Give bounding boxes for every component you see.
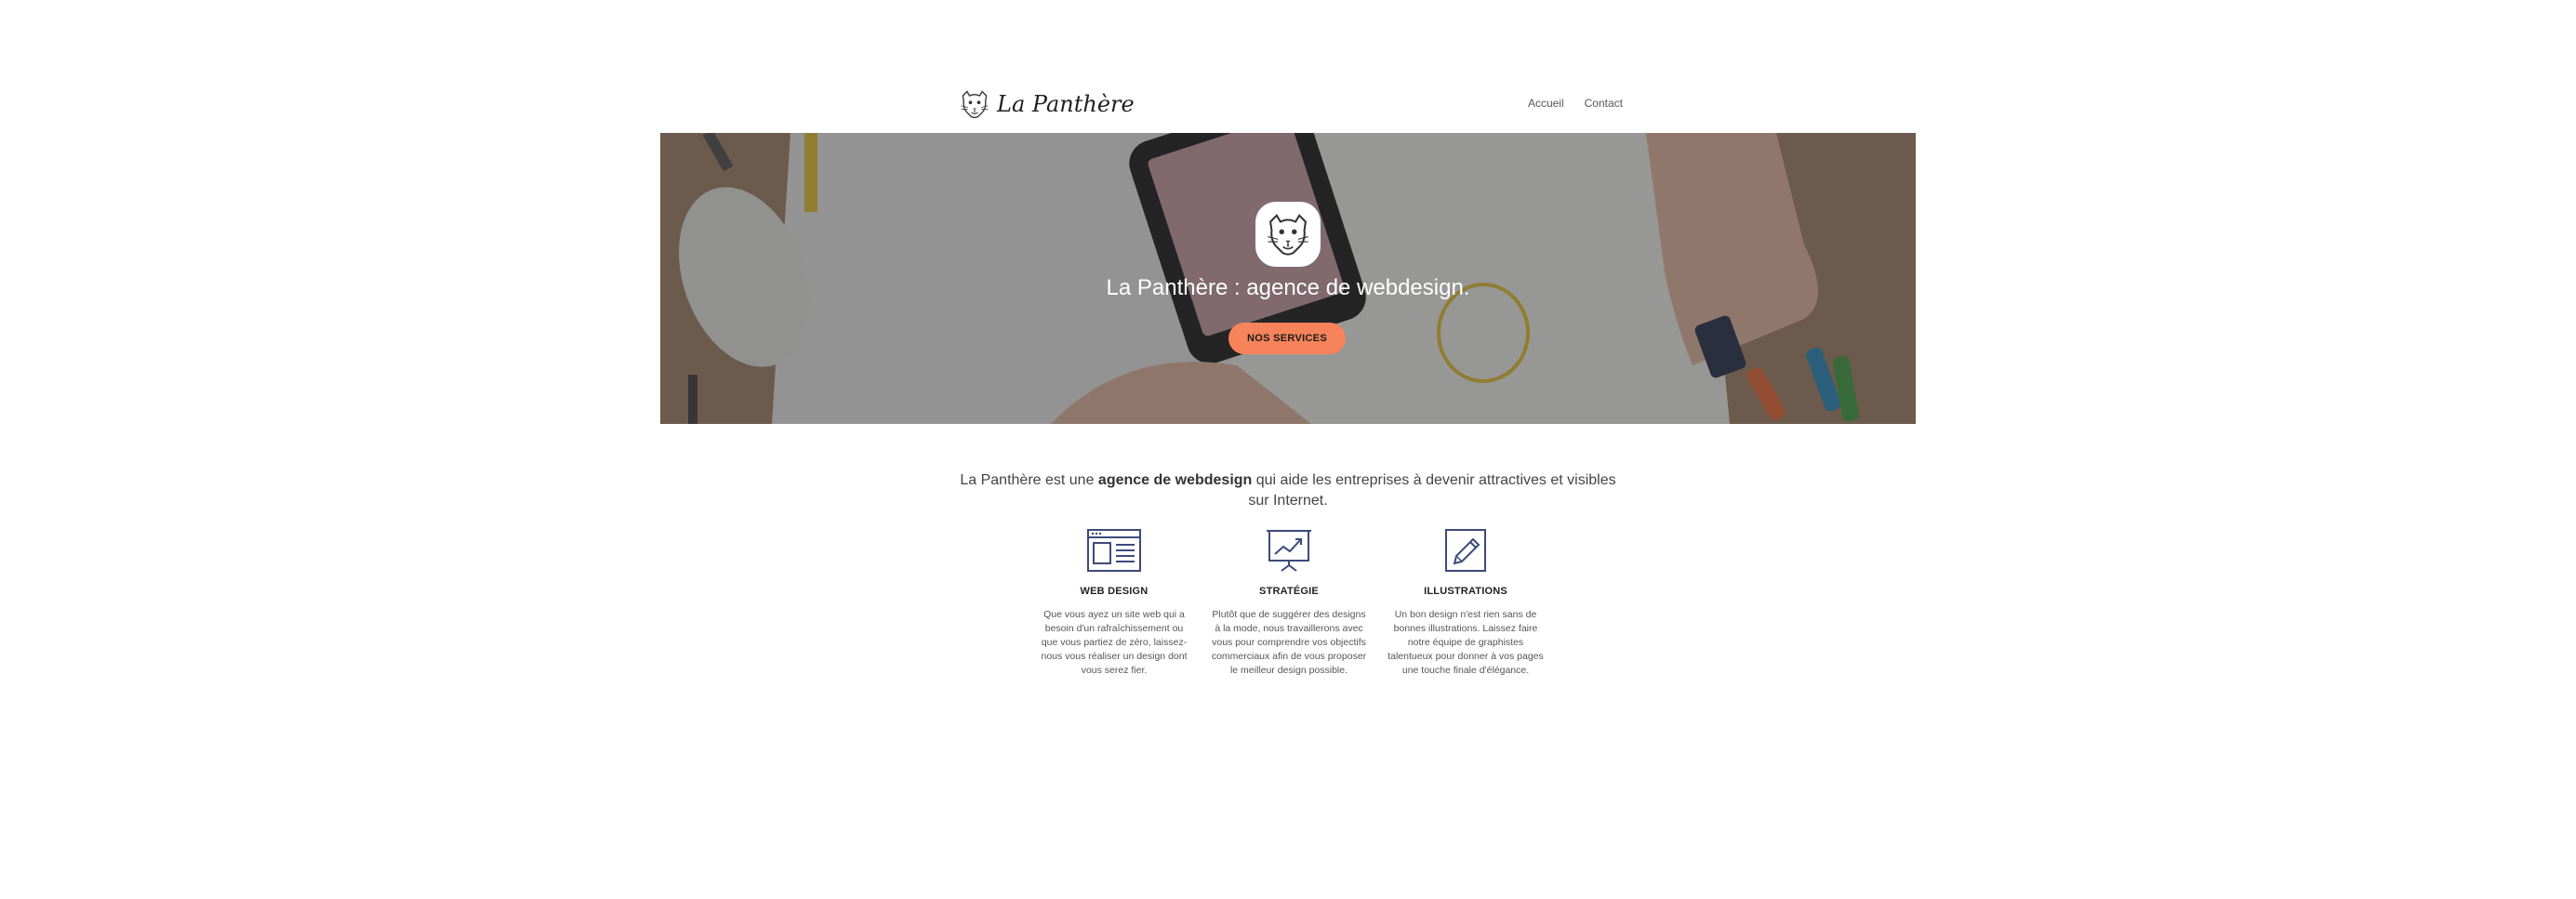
hero-banner: La Panthère : agence de webdesign. NOS S… xyxy=(660,133,1916,424)
nav-link-accueil[interactable]: Accueil xyxy=(1528,97,1564,110)
service-web-design: WEB DESIGN Que vous ayez un site web qui… xyxy=(1032,528,1196,678)
intro-text-bold: agence de webdesign xyxy=(1097,472,1253,488)
main-nav: Accueil Contact xyxy=(1528,97,1623,110)
hero-logo-badge xyxy=(1255,202,1321,267)
intro-text-before: La Panthère est une xyxy=(960,472,1098,488)
service-illustrations: ILLUSTRATIONS Un bon design n'est rien s… xyxy=(1384,528,1547,678)
services-section: WEB DESIGN Que vous ayez un site web qui… xyxy=(1032,528,1544,714)
services-button[interactable]: NOS SERVICES xyxy=(1228,323,1346,354)
pencil-icon xyxy=(1445,529,1486,572)
service-description: Un bon design n'est rien sans de bonnes … xyxy=(1388,609,1544,676)
logo-text: La Panthère xyxy=(997,91,1135,117)
browser-window-icon xyxy=(1087,529,1141,572)
nav-link-contact[interactable]: Contact xyxy=(1585,97,1623,110)
service-description: Plutôt que de suggérer des designs à la … xyxy=(1211,609,1367,676)
hero-title: La Panthère : agence de webdesign. xyxy=(1106,275,1470,300)
service-title: ILLUSTRATIONS xyxy=(1424,586,1507,597)
service-title: STRATÉGIE xyxy=(1259,586,1319,597)
service-description: Que vous ayez un site web qui a besoin d… xyxy=(1041,609,1188,676)
panther-logo-icon xyxy=(961,90,989,119)
intro-text-after: qui aide les entreprises à devenir attra… xyxy=(1248,472,1616,509)
service-title: WEB DESIGN xyxy=(1080,586,1149,597)
service-strategie: STRATÉGIE Plutôt que de suggérer des des… xyxy=(1207,528,1371,678)
intro-text: La Panthère est une agence de webdesign … xyxy=(958,470,1618,511)
presentation-chart-icon xyxy=(1267,530,1311,572)
logo[interactable]: La Panthère xyxy=(958,86,1135,123)
site-header: La Panthère Accueil Contact xyxy=(958,82,1623,134)
panther-head-icon xyxy=(1268,214,1308,256)
